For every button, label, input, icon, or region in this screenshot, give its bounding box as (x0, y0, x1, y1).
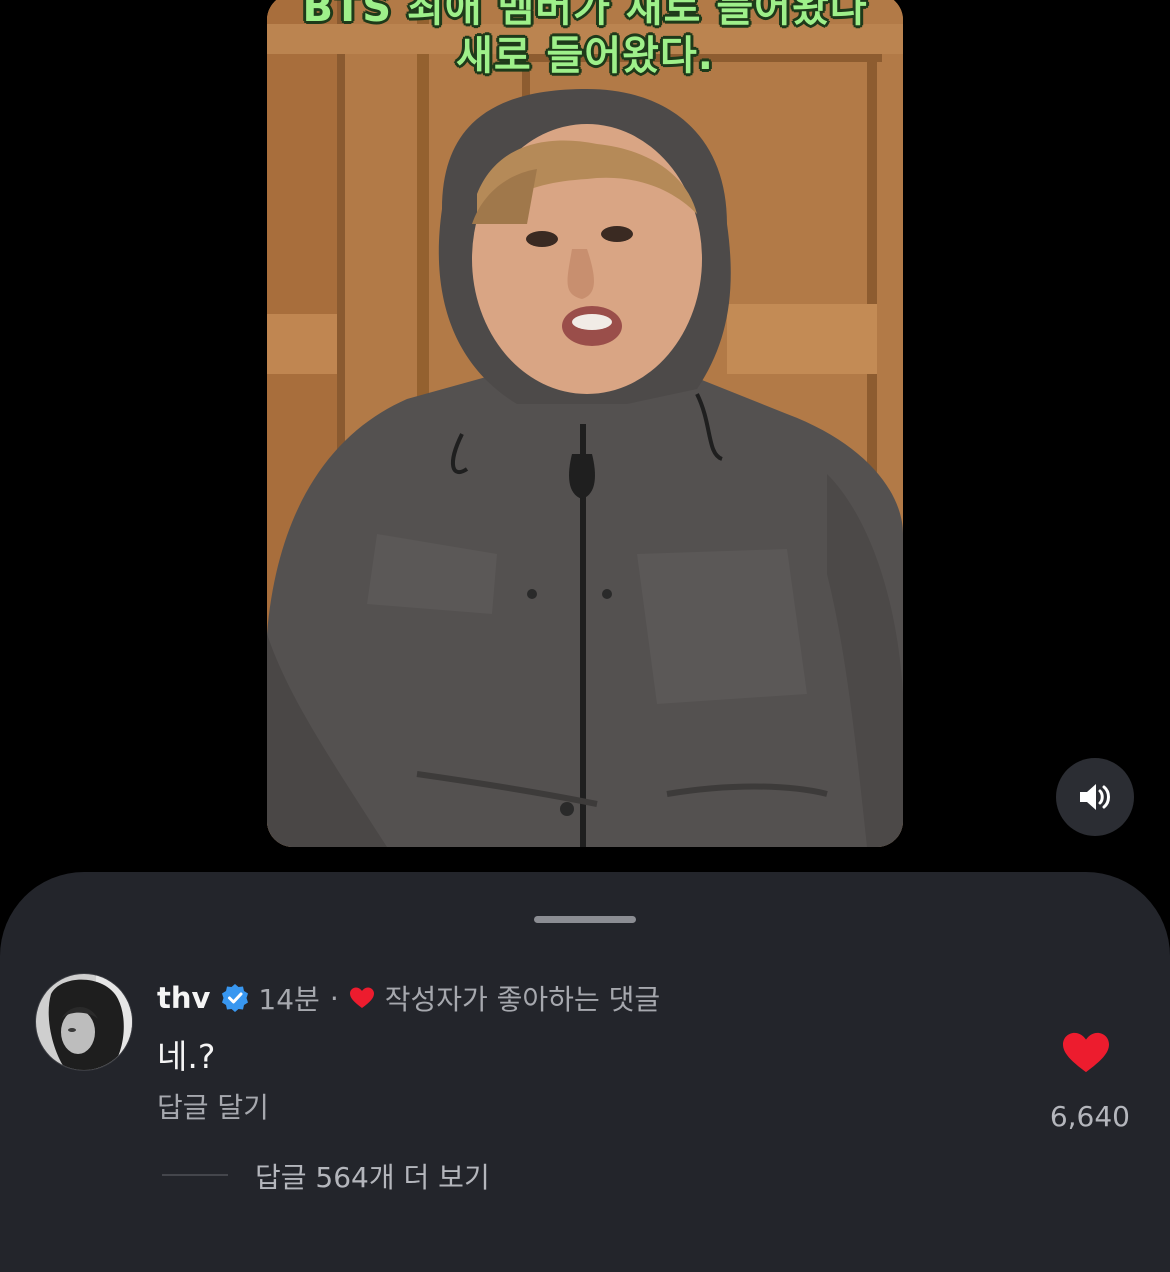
comment-username[interactable]: thv (157, 981, 210, 1015)
avatar[interactable] (36, 974, 132, 1070)
video-caption: BTS 최애 멤버가 새로 들어왔다 새로 들어왔다. (267, 0, 903, 80)
replies-divider (162, 1174, 228, 1176)
video-frame (267, 0, 903, 847)
heart-filled-icon (1063, 1032, 1109, 1073)
comments-sheet: thv 14분 · 작성자가 좋아하는 댓글 네.? 답글 달기 6,640 답… (0, 872, 1170, 1272)
sheet-drag-handle[interactable] (534, 916, 636, 923)
verified-badge-icon (220, 983, 250, 1013)
like-button[interactable] (1060, 1030, 1112, 1080)
profile-photo (36, 974, 132, 1070)
creator-liked-heart-icon (349, 986, 375, 1010)
comment-meta: thv 14분 · 작성자가 좋아하는 댓글 (157, 978, 660, 1018)
mute-toggle-button[interactable] (1056, 758, 1134, 836)
speaker-volume-icon (1080, 784, 1110, 810)
reply-button[interactable]: 답글 달기 (157, 1086, 269, 1126)
reel-video[interactable]: BTS 최애 멤버가 새로 들어왔다 새로 들어왔다. (267, 0, 903, 847)
comment-time: 14분 (258, 983, 320, 1016)
comment-text: 네.? (157, 1037, 216, 1076)
view-replies-button[interactable]: 답글 564개 더 보기 (255, 1156, 490, 1196)
meta-separator: · (329, 981, 339, 1015)
creator-liked-label: 작성자가 좋아하는 댓글 (384, 983, 661, 1016)
caption-line-2: 새로 들어왔다. (456, 33, 714, 79)
caption-line-1: BTS 최애 멤버가 새로 들어왔다 (302, 0, 868, 31)
like-count: 6,640 (1049, 1100, 1130, 1133)
